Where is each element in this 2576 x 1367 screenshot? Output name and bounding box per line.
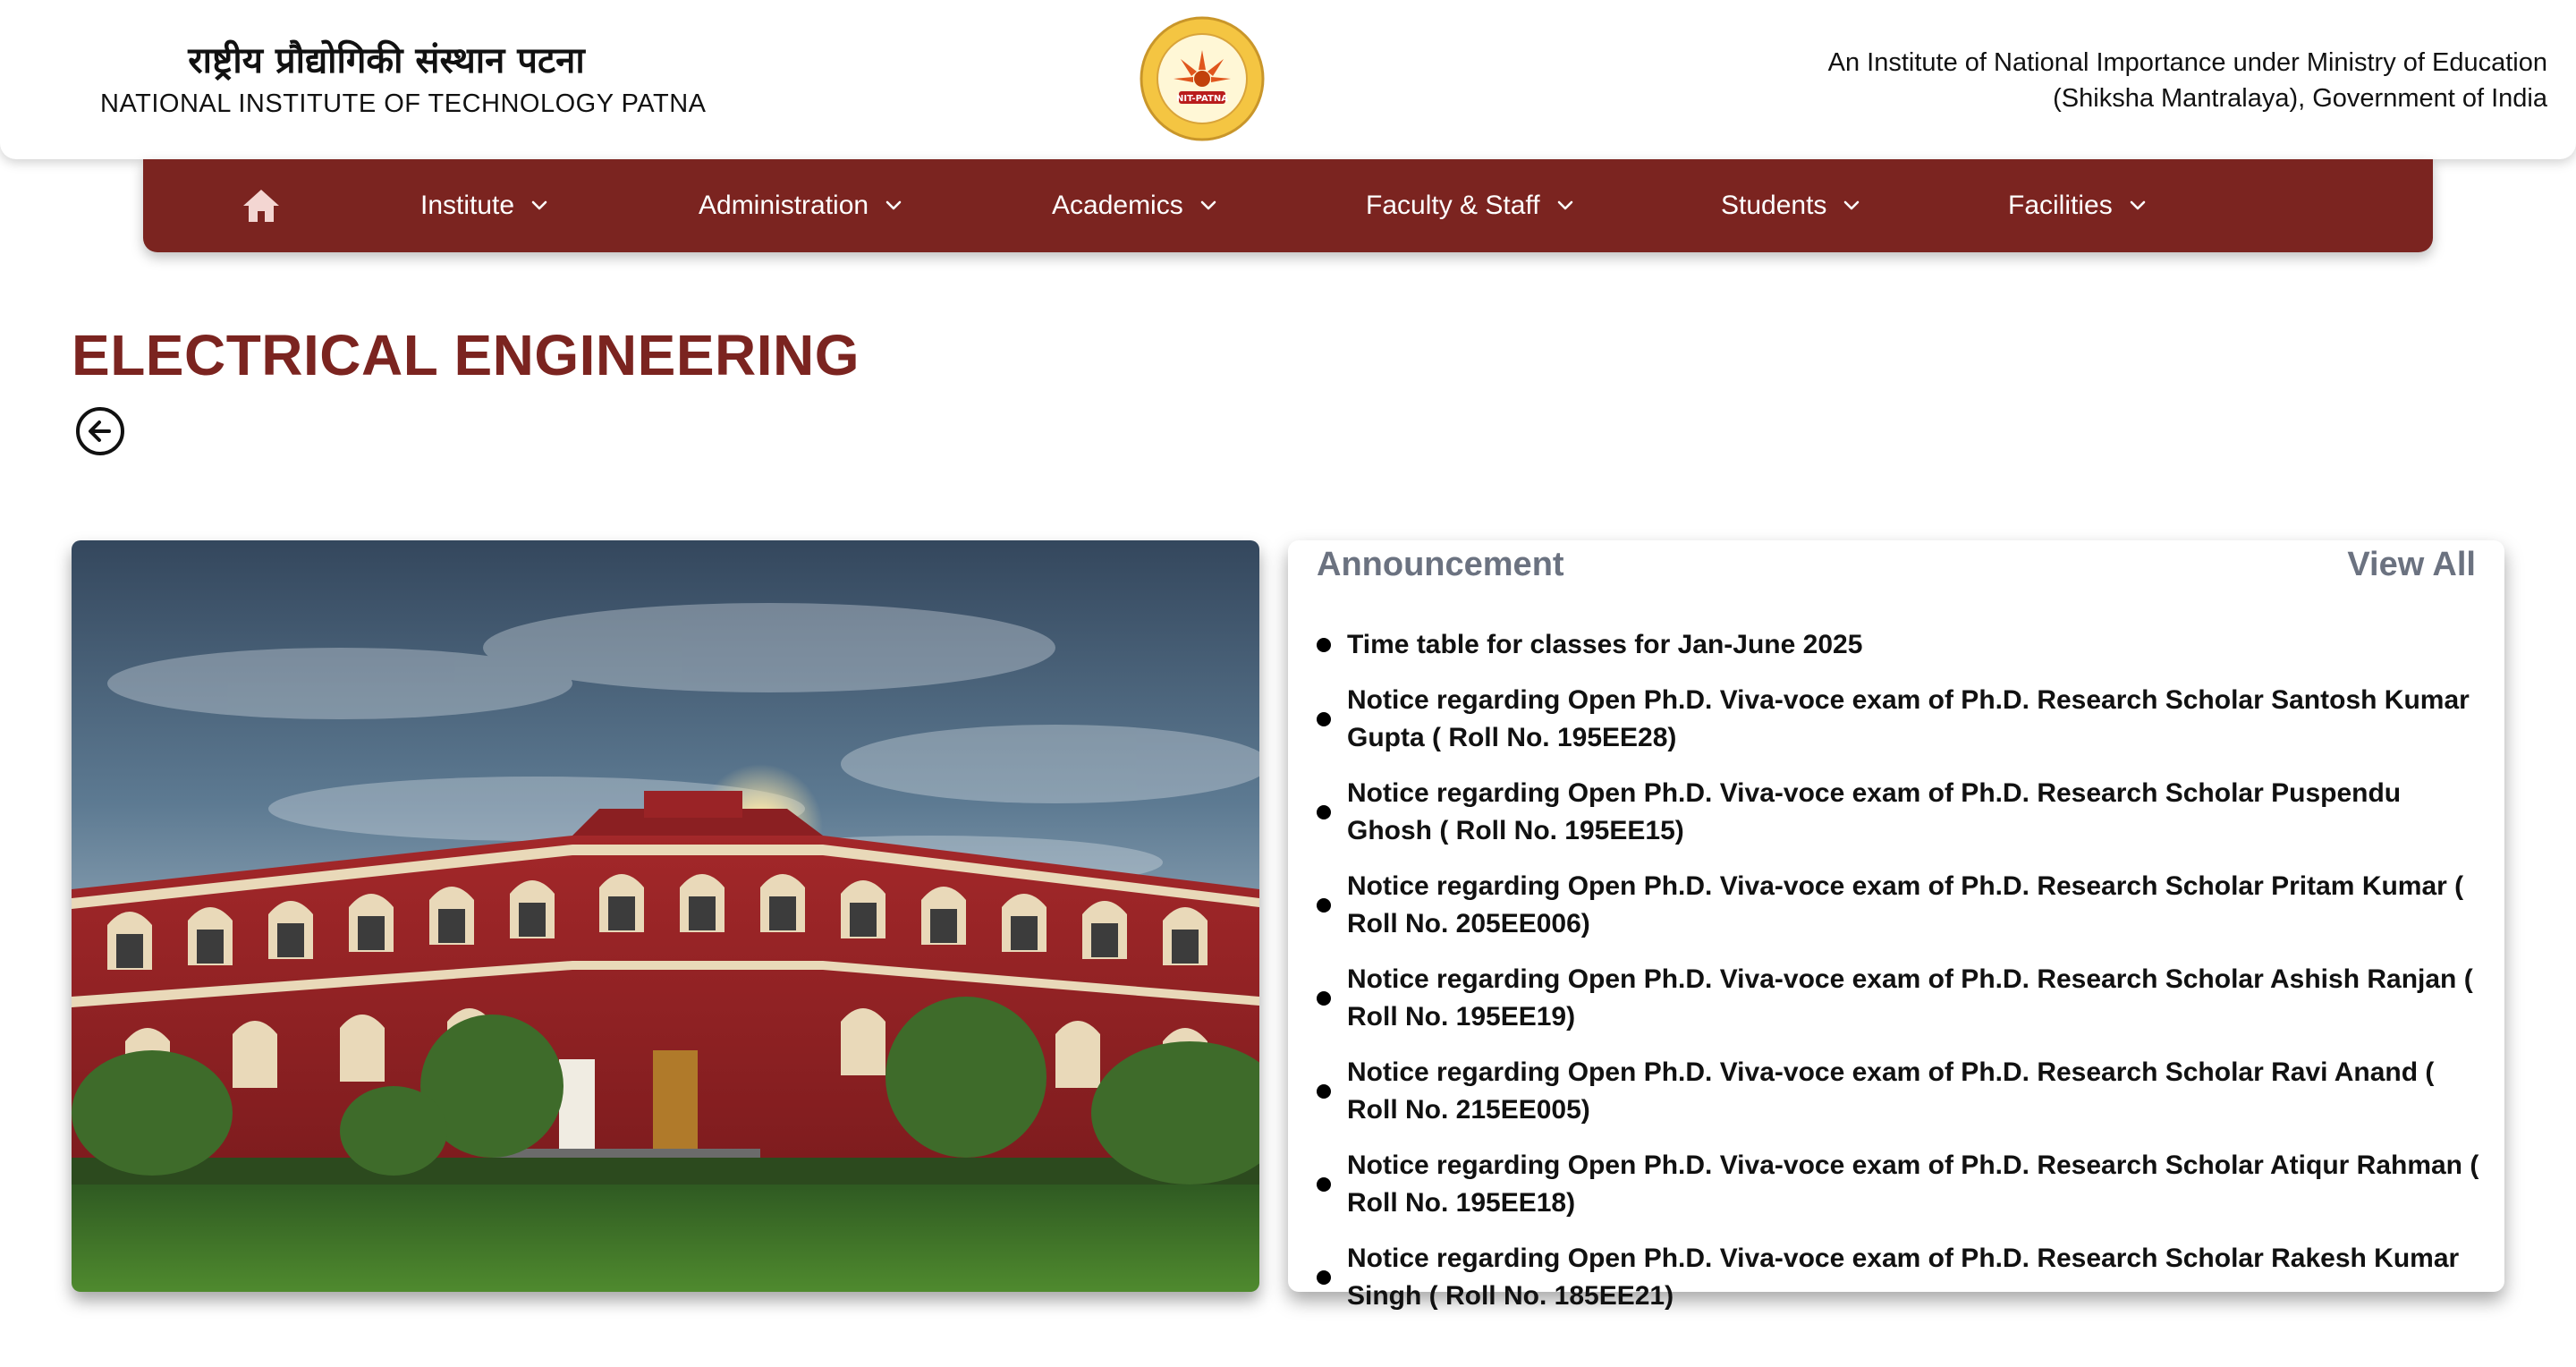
announcement-item[interactable]: Notice regarding Open Ph.D. Viva-voce ex… <box>1317 961 2479 1036</box>
announcement-item[interactable]: Notice regarding Open Ph.D. Viva-voce ex… <box>1317 1054 2479 1129</box>
announcement-item[interactable]: Notice regarding Open Ph.D. Viva-voce ex… <box>1317 868 2479 943</box>
institute-logo[interactable]: NIT-PATNA <box>1140 16 1265 141</box>
bullet-icon <box>1317 712 1331 726</box>
bullet-icon <box>1317 805 1331 819</box>
announcement-item[interactable]: Notice regarding Open Ph.D. Viva-voce ex… <box>1317 1147 2479 1222</box>
institute-name-english: NATIONAL INSTITUTE OF TECHNOLOGY PATNA <box>100 89 707 118</box>
nav-item-label: Institute <box>420 191 515 220</box>
tagline-line-1: An Institute of National Importance unde… <box>1827 48 2547 77</box>
nav-item-label: Faculty & Staff <box>1366 191 1540 220</box>
announcement-text: Notice regarding Open Ph.D. Viva-voce ex… <box>1347 964 2473 1032</box>
nav-item-faculty-staff[interactable]: Faculty & Staff <box>1366 159 1574 252</box>
announcement-text: Notice regarding Open Ph.D. Viva-voce ex… <box>1347 1057 2435 1125</box>
tagline-line-2: (Shiksha Mantralaya), Government of Indi… <box>2053 84 2547 113</box>
announcement-panel: Announcement View All Time table for cla… <box>1288 540 2504 1311</box>
nav-item-label: Administration <box>699 191 869 220</box>
nav-item-academics[interactable]: Academics <box>1052 159 1217 252</box>
view-all-link[interactable]: View All <box>2347 546 2476 584</box>
page-title: ELECTRICAL ENGINEERING <box>72 323 860 387</box>
bullet-icon <box>1317 1177 1331 1192</box>
bullet-icon <box>1317 1270 1331 1285</box>
arrow-left-circle-icon <box>76 407 124 455</box>
nav-item-label: Academics <box>1052 191 1183 220</box>
bullet-icon <box>1317 638 1331 652</box>
announcement-item[interactable]: Time table for classes for Jan-June 2025 <box>1317 626 2479 664</box>
chevron-down-icon <box>2130 200 2146 210</box>
nav-item-label: Facilities <box>2008 191 2113 220</box>
back-button[interactable] <box>75 406 125 456</box>
bullet-icon <box>1317 1084 1331 1099</box>
chevron-down-icon <box>1557 200 1572 210</box>
announcement-text: Time table for classes for Jan-June 2025 <box>1347 630 1863 659</box>
institute-tagline: An Institute of National Importance unde… <box>1828 45 2547 116</box>
nav-item-institute[interactable]: Institute <box>420 159 548 252</box>
nav-item-label: Students <box>1721 191 1827 220</box>
main-navigation: Institute Administration Academics Facul… <box>143 159 2433 252</box>
bullet-icon <box>1317 991 1331 1006</box>
chevron-down-icon <box>1200 200 1216 210</box>
announcement-item[interactable]: Notice regarding Open Ph.D. Viva-voce ex… <box>1317 682 2479 757</box>
announcement-text: Notice regarding Open Ph.D. Viva-voce ex… <box>1347 1150 2479 1218</box>
home-icon[interactable] <box>242 186 281 225</box>
chevron-down-icon <box>1844 200 1860 210</box>
department-building-photo <box>72 540 1259 1292</box>
site-header: राष्ट्रीय प्रौद्योगिकी संस्थान पटना NATI… <box>0 0 2576 159</box>
announcement-text: Notice regarding Open Ph.D. Viva-voce ex… <box>1347 685 2470 752</box>
announcement-heading: Announcement <box>1317 546 1564 583</box>
announcement-list: Time table for classes for Jan-June 2025… <box>1317 626 2479 1333</box>
bullet-icon <box>1317 898 1331 913</box>
chevron-down-icon <box>886 200 902 210</box>
nav-item-facilities[interactable]: Facilities <box>2008 159 2147 252</box>
announcement-item[interactable]: Notice regarding Open Ph.D. Viva-voce ex… <box>1317 1240 2479 1315</box>
chevron-down-icon <box>531 200 547 210</box>
institute-name-hindi: राष्ट्रीय प्रौद्योगिकी संस्थान पटना <box>188 40 585 81</box>
nav-item-administration[interactable]: Administration <box>699 159 902 252</box>
announcement-item[interactable]: Notice regarding Open Ph.D. Viva-voce ex… <box>1317 775 2479 850</box>
nav-item-students[interactable]: Students <box>1721 159 1860 252</box>
announcement-text: Notice regarding Open Ph.D. Viva-voce ex… <box>1347 871 2464 938</box>
announcement-text: Notice regarding Open Ph.D. Viva-voce ex… <box>1347 1244 2460 1311</box>
announcement-text: Notice regarding Open Ph.D. Viva-voce ex… <box>1347 778 2402 845</box>
logo-text: NIT-PATNA <box>1176 94 1228 104</box>
